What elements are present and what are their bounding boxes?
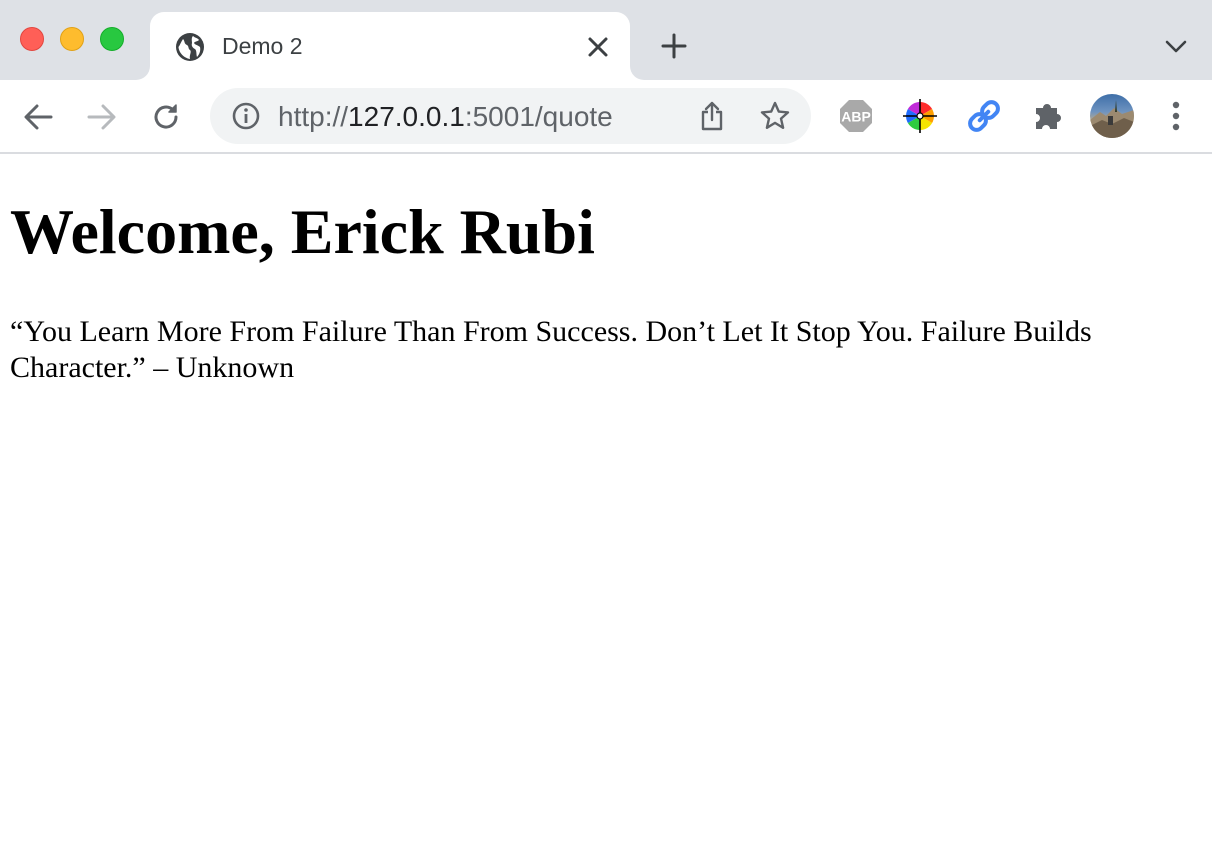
new-tab-plus-icon[interactable]	[658, 30, 690, 62]
tab-demo-2[interactable]: Demo 2	[150, 12, 630, 80]
puzzle-icon[interactable]	[1030, 98, 1066, 134]
tab-title: Demo 2	[222, 33, 303, 59]
info-icon[interactable]	[230, 100, 262, 132]
forward-arrow-icon[interactable]	[82, 97, 122, 137]
page-content: Welcome, Erick Rubi “You Learn More From…	[0, 154, 1212, 860]
toolbar: http://127.0.0.1:5001/quote ABP	[0, 80, 1212, 154]
share-icon[interactable]	[696, 99, 728, 133]
close-window-button[interactable]	[20, 27, 44, 51]
maximize-window-button[interactable]	[100, 27, 124, 51]
more-menu-icon[interactable]	[1160, 98, 1192, 134]
globe-icon	[174, 31, 206, 63]
browser-window: Demo 2 http://127.0.0.1:5001/quote ABP W…	[0, 0, 1212, 860]
adblock-label: ABP	[841, 109, 871, 125]
reload-icon[interactable]	[146, 97, 186, 137]
minimize-window-button[interactable]	[60, 27, 84, 51]
bookmark-star-icon[interactable]	[758, 99, 792, 133]
chevron-down-icon[interactable]	[1162, 33, 1190, 61]
url-text[interactable]: http://127.0.0.1:5001/quote	[278, 101, 613, 133]
profile-avatar[interactable]	[1090, 94, 1134, 138]
url-host: 127.0.0.1	[348, 101, 465, 132]
page-title: Welcome, Erick Rubi	[10, 196, 595, 267]
url-scheme: http://	[278, 101, 349, 132]
quote-text: “You Learn More From Failure Than From S…	[10, 315, 1092, 384]
url-path: :5001/quote	[464, 101, 613, 132]
color-picker-icon[interactable]	[902, 98, 938, 134]
address-bar[interactable]: http://127.0.0.1:5001/quote	[210, 88, 811, 144]
close-tab-icon[interactable]	[584, 33, 612, 61]
adblock-plus-icon[interactable]: ABP	[838, 98, 874, 134]
back-arrow-icon[interactable]	[18, 97, 58, 137]
link-icon[interactable]	[966, 98, 1002, 134]
tab-strip: Demo 2	[0, 0, 1212, 80]
